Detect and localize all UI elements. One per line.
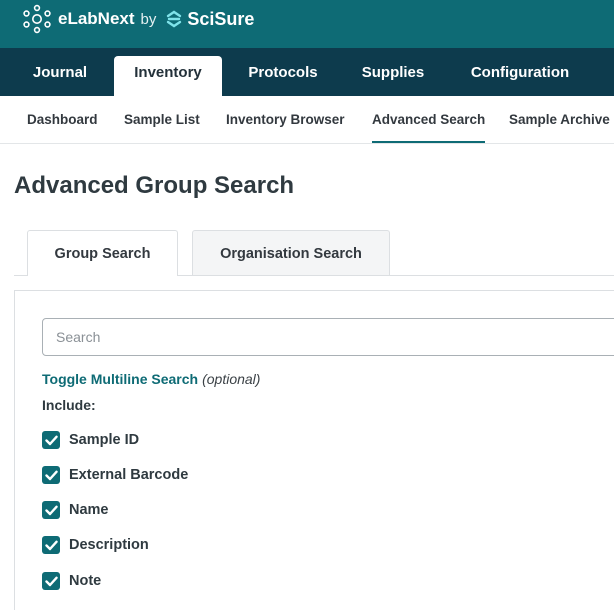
include-sample-id[interactable]: Sample ID [42,430,139,450]
include-description[interactable]: Description [42,535,149,555]
subnav-sample-list[interactable]: Sample List [124,96,200,144]
main-tab-protocols[interactable]: Protocols [236,56,330,96]
tab-group-search[interactable]: Group Search [27,230,178,276]
checkbox-checked-icon[interactable] [42,536,60,554]
checkbox-checked-icon[interactable] [42,466,60,484]
include-name[interactable]: Name [42,500,109,520]
main-nav: Journal Inventory Protocols Supplies Con… [0,48,614,96]
optional-note: (optional) [202,371,261,387]
checkbox-label: Note [69,573,102,589]
scisure-logo-icon [167,10,182,28]
main-tab-configuration[interactable]: Configuration [458,56,582,96]
tab-organisation-search[interactable]: Organisation Search [192,230,390,275]
toggle-multiline-search-link[interactable]: Toggle Multiline Search [42,371,198,387]
checkbox-label: External Barcode [69,467,189,483]
main-tab-supplies[interactable]: Supplies [348,56,438,96]
brand-name: eLabNext [58,9,135,28]
subnav-inventory-browser[interactable]: Inventory Browser [226,96,345,144]
checkbox-label: Name [69,502,109,518]
main-tab-inventory[interactable]: Inventory [114,56,222,96]
subnav-advanced-search[interactable]: Advanced Search [372,96,486,143]
checkbox-checked-icon[interactable] [42,431,60,449]
top-brand-bar: eLabNext by SciSure [0,0,614,48]
toggle-multiline-row: Toggle Multiline Search (optional) [42,371,260,387]
checkbox-label: Sample ID [69,432,140,448]
brand-logo[interactable]: eLabNext by SciSure [22,4,254,34]
main-tab-journal[interactable]: Journal [18,56,102,96]
checkbox-checked-icon[interactable] [42,572,60,590]
include-note[interactable]: Note [42,571,101,591]
elabnext-logo-icon [23,4,51,34]
partner-name: SciSure [187,8,255,29]
checkbox-label: Description [69,537,149,553]
search-input[interactable] [42,318,614,356]
subnav-sample-archive[interactable]: Sample Archive [509,96,610,144]
brand-by: by [140,10,157,28]
include-external-barcode[interactable]: External Barcode [42,465,188,485]
include-label: Include: [42,397,96,413]
subnav-dashboard[interactable]: Dashboard [27,96,98,144]
sub-nav: Dashboard Sample List Inventory Browser … [0,96,614,144]
page-title: Advanced Group Search [14,172,295,199]
checkbox-checked-icon[interactable] [42,501,60,519]
